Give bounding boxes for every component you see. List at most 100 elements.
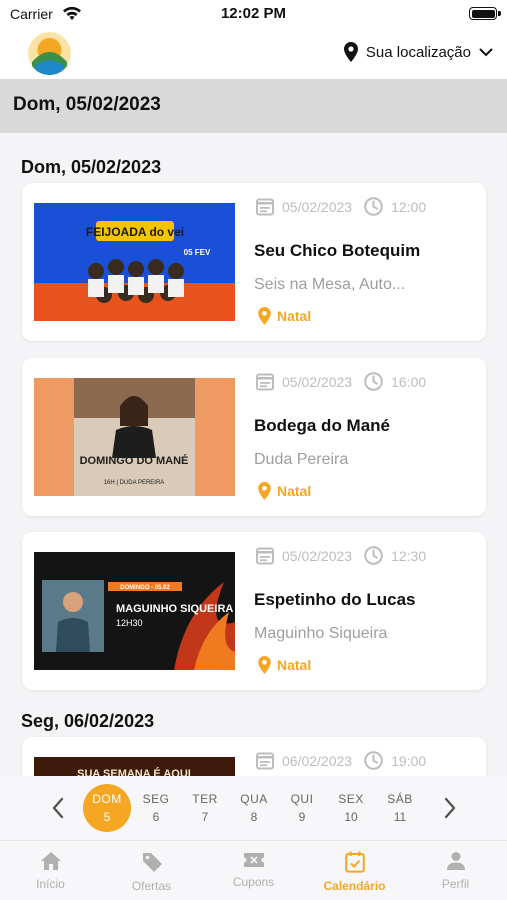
event-card[interactable]: SUA SEMANA É AQUI 06/02/2023 19:00	[22, 737, 486, 776]
day-name: TER	[192, 792, 218, 806]
location-selector[interactable]: Sua localização	[343, 42, 493, 62]
event-date: 05/02/2023	[282, 198, 353, 215]
day-number: 7	[201, 810, 209, 824]
event-time: 19:00	[391, 752, 427, 769]
day-name: SEX	[338, 792, 364, 806]
event-artists: Maguinho Siqueira	[254, 625, 388, 642]
day-picker: DOM 5 SEG 6 TER 7 QUA 8 QUI 9 SEX 10 SÁB…	[0, 776, 507, 840]
tab-label: Perfil	[441, 877, 470, 891]
tab-cupons[interactable]: Cupons	[203, 841, 304, 900]
day-ter[interactable]: TER 7	[181, 784, 229, 832]
event-city-label: Natal	[277, 308, 312, 324]
day-seg[interactable]: SEG 6	[132, 784, 180, 832]
day-sex[interactable]: SEX 10	[327, 784, 375, 832]
event-artists: Seis na Mesa, Auto...	[254, 276, 406, 293]
calendar-icon	[256, 547, 274, 565]
chevron-right-icon[interactable]	[440, 796, 460, 820]
event-time: 12:00	[391, 198, 427, 215]
clock-icon	[364, 197, 383, 216]
event-city: Natal	[258, 307, 311, 325]
calendar-icon	[256, 198, 274, 216]
calendar-icon	[344, 851, 365, 873]
event-city: Natal	[258, 656, 311, 674]
clock-icon	[364, 751, 383, 770]
day-dom[interactable]: DOM 5	[83, 784, 131, 832]
status-bar: Carrier 12:02 PM	[0, 0, 507, 30]
poster-subtitle: 12H30	[116, 618, 143, 628]
event-poster: FEIJOADA do vei 05 FEV	[34, 203, 235, 321]
tag-icon	[142, 853, 162, 872]
location-pin-icon	[258, 482, 271, 500]
location-pin-icon	[258, 656, 271, 674]
tab-label: Início	[36, 877, 65, 891]
event-meta: 05/02/2023 16:00	[256, 372, 426, 391]
event-venue: Bodega do Mané	[254, 416, 391, 435]
poster-title: FEIJOADA do vei	[86, 225, 184, 239]
poster-title: DOMINGO DO MANÉ	[80, 454, 189, 467]
event-city: Natal	[258, 482, 311, 500]
day-qui[interactable]: QUI 9	[278, 784, 326, 832]
tab-label: Cupons	[232, 875, 275, 889]
event-time: 12:30	[391, 547, 427, 564]
day-number: 5	[103, 810, 111, 824]
clock-icon	[364, 546, 383, 565]
current-date-label: Dom, 05/02/2023	[13, 94, 161, 115]
event-city-label: Natal	[277, 657, 312, 673]
section-title: Dom, 05/02/2023	[21, 157, 162, 177]
events-feed[interactable]: Dom, 05/02/2023 FEIJOADA do vei 05 FEV 0…	[0, 133, 507, 776]
tab-perfil[interactable]: Perfil	[405, 841, 506, 900]
day-number: 11	[393, 810, 407, 824]
current-date-bar: Dom, 05/02/2023	[0, 79, 507, 133]
day-number: 8	[250, 810, 258, 824]
event-poster: DOMINGO - 05.02 MAGUINHO SIQUEIRA 12H30	[34, 552, 235, 670]
day-qua[interactable]: QUA 8	[230, 784, 278, 832]
person-icon	[446, 852, 465, 870]
home-icon	[40, 852, 61, 870]
event-card[interactable]: FEIJOADA do vei 05 FEV 05/02/2023 12:00	[22, 183, 486, 341]
chevron-left-icon[interactable]	[48, 796, 68, 820]
app-header: Sua localização	[0, 30, 507, 78]
tab-ofertas[interactable]: Ofertas	[101, 841, 202, 900]
event-card[interactable]: DOMINGO - 05.02 MAGUINHO SIQUEIRA 12H30 …	[22, 532, 486, 690]
day-name: DOM	[92, 792, 122, 806]
ticket-icon	[243, 853, 264, 867]
event-city-label: Natal	[277, 483, 312, 499]
poster-badge: DOMINGO - 05.02	[120, 585, 170, 591]
tab-bar: Início Ofertas Cupons Calendário Perfil	[0, 840, 507, 900]
day-sab[interactable]: SÁB 11	[376, 784, 424, 832]
clock-icon	[364, 372, 383, 391]
tab-calendario[interactable]: Calendário	[304, 841, 405, 900]
poster-badge: 16H | DUDA PEREIRA	[104, 480, 165, 486]
poster-title: MAGUINHO SIQUEIRA	[116, 603, 233, 615]
event-poster: SUA SEMANA É AQUI	[34, 757, 235, 776]
day-name: QUI	[290, 792, 314, 806]
battery-icon	[469, 7, 501, 20]
day-number: 10	[344, 810, 358, 824]
day-name: QUA	[240, 792, 268, 806]
tab-inicio[interactable]: Início	[0, 841, 101, 900]
event-date: 05/02/2023	[282, 373, 353, 390]
day-name: SÁB	[387, 792, 413, 806]
day-number: 6	[152, 810, 160, 824]
event-meta: 05/02/2023 12:00	[256, 197, 426, 216]
event-artists: Duda Pereira	[254, 451, 349, 468]
section-title: Seg, 06/02/2023	[21, 711, 155, 731]
event-venue: Seu Chico Botequim	[254, 241, 421, 260]
event-meta: 05/02/2023 12:30	[256, 546, 426, 565]
event-poster: DOMINGO DO MANÉ 16H | DUDA PEREIRA	[34, 378, 235, 496]
app-logo[interactable]	[28, 32, 71, 75]
calendar-icon	[256, 373, 274, 391]
poster-badge: 05 FEV	[184, 248, 211, 257]
calendar-icon	[256, 752, 274, 770]
location-pin-icon	[343, 42, 358, 62]
event-date: 06/02/2023	[282, 752, 353, 769]
clock: 12:02 PM	[220, 5, 287, 22]
day-name: SEG	[142, 792, 170, 806]
event-venue: Espetinho do Lucas	[254, 590, 416, 609]
location-pin-icon	[258, 307, 271, 325]
event-card[interactable]: DOMINGO DO MANÉ 16H | DUDA PEREIRA 05/02…	[22, 358, 486, 516]
event-date: 05/02/2023	[282, 547, 353, 564]
chevron-down-icon	[479, 48, 493, 56]
event-time: 16:00	[391, 373, 427, 390]
day-number: 9	[298, 810, 306, 824]
